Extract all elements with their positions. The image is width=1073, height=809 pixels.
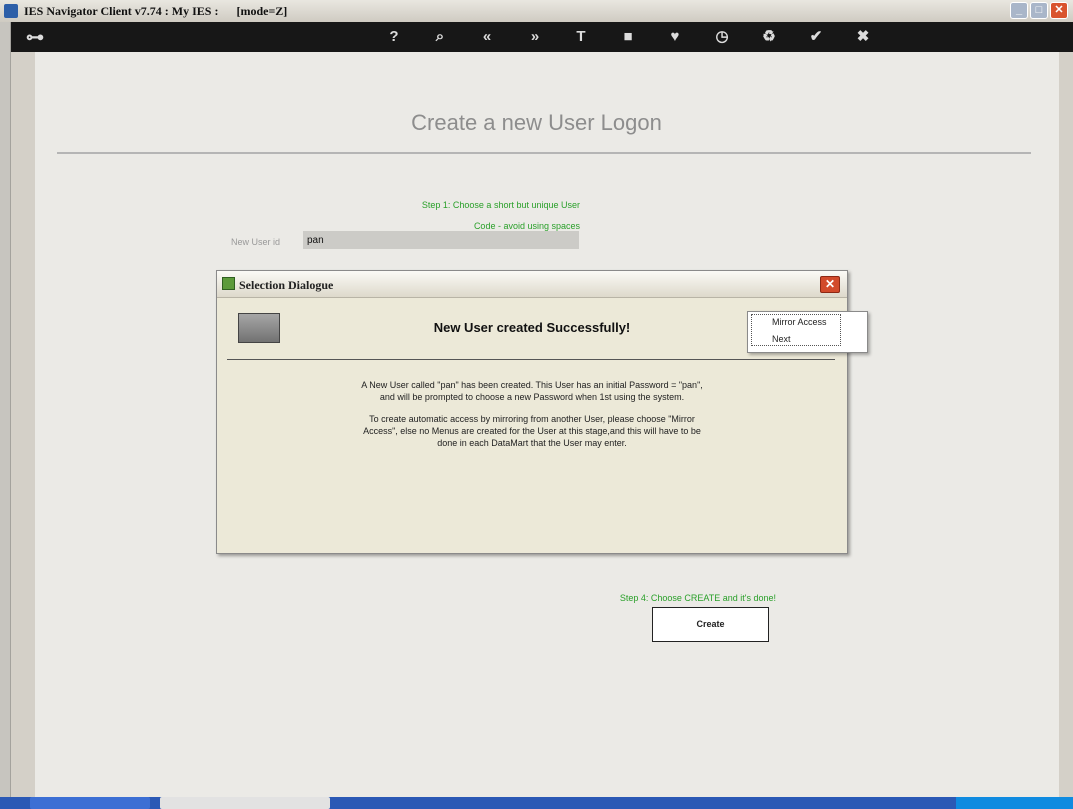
message-line-4: Access", else no Menus are created for t… (363, 426, 701, 436)
create-button[interactable]: Create (652, 607, 769, 642)
dialog-badge-icon (238, 313, 280, 343)
minimize-button[interactable]: _ (1010, 2, 1028, 19)
recycle-icon[interactable]: ♻ (758, 27, 780, 47)
favorite-heart-icon[interactable]: ♥ (664, 27, 686, 47)
dialog-titlebar: Selection Dialogue ✕ (217, 271, 847, 298)
system-tray (956, 797, 1073, 809)
step1-line1: Step 1: Choose a short but unique User (421, 200, 580, 210)
dialog-message: A New User called "pan" has been created… (279, 379, 785, 449)
chip-icon[interactable]: ■ (617, 27, 639, 47)
maximize-button[interactable]: □ (1030, 2, 1048, 19)
close-circle-icon[interactable]: ✖ (852, 27, 874, 47)
left-side-strip (0, 22, 11, 797)
main-toolbar: ⊶ ? ⌕ « » T ■ ♥ ◷ ♻ ✔ ✖ (10, 22, 1073, 52)
confirm-check-icon[interactable]: ✔ (805, 27, 827, 47)
dialog-title: Selection Dialogue (239, 278, 334, 292)
app-icon (4, 4, 18, 18)
clock-icon[interactable]: ◷ (711, 27, 733, 47)
close-window-button[interactable]: ✕ (1050, 2, 1068, 19)
search-icon[interactable]: ⌕ (429, 27, 451, 47)
dialog-heading: New User created Successfully! (433, 320, 631, 335)
message-line-3: To create automatic access by mirroring … (369, 414, 695, 424)
new-user-id-label: New User id (231, 237, 281, 247)
taskbar-browser-button[interactable] (160, 797, 330, 809)
options-popup: Mirror Access Next (747, 311, 868, 353)
back-icon[interactable]: « (476, 27, 498, 47)
text-size-icon[interactable]: T (570, 27, 592, 47)
dialog-divider (227, 359, 835, 360)
taskbar-app-button[interactable] (30, 797, 150, 809)
forward-icon[interactable]: » (524, 27, 546, 47)
page-title: Create a new User Logon (411, 110, 662, 135)
message-line-5: done in each DataMart that the User may … (437, 438, 627, 448)
title-divider (57, 152, 1031, 154)
message-line-1: A New User called "pan" has been created… (361, 380, 703, 390)
message-line-2: and will be prompted to choose a new Pas… (379, 392, 685, 402)
dialog-close-button[interactable]: ✕ (820, 276, 840, 293)
key-icon[interactable]: ⊶ (24, 27, 46, 47)
dialog-app-icon (222, 277, 235, 290)
option-mirror-access[interactable]: Mirror Access (748, 314, 865, 330)
step4-instruction: Step 4: Choose CREATE and it's done! (619, 593, 776, 603)
help-icon[interactable]: ? (383, 27, 405, 47)
window-titlebar: IES Navigator Client v7.74 : My IES : [m… (0, 0, 1073, 23)
new-user-id-field[interactable] (303, 231, 579, 249)
window-title: IES Navigator Client v7.74 : My IES : [m… (24, 4, 288, 18)
option-next[interactable]: Next (748, 331, 865, 347)
os-taskbar (0, 797, 1073, 809)
